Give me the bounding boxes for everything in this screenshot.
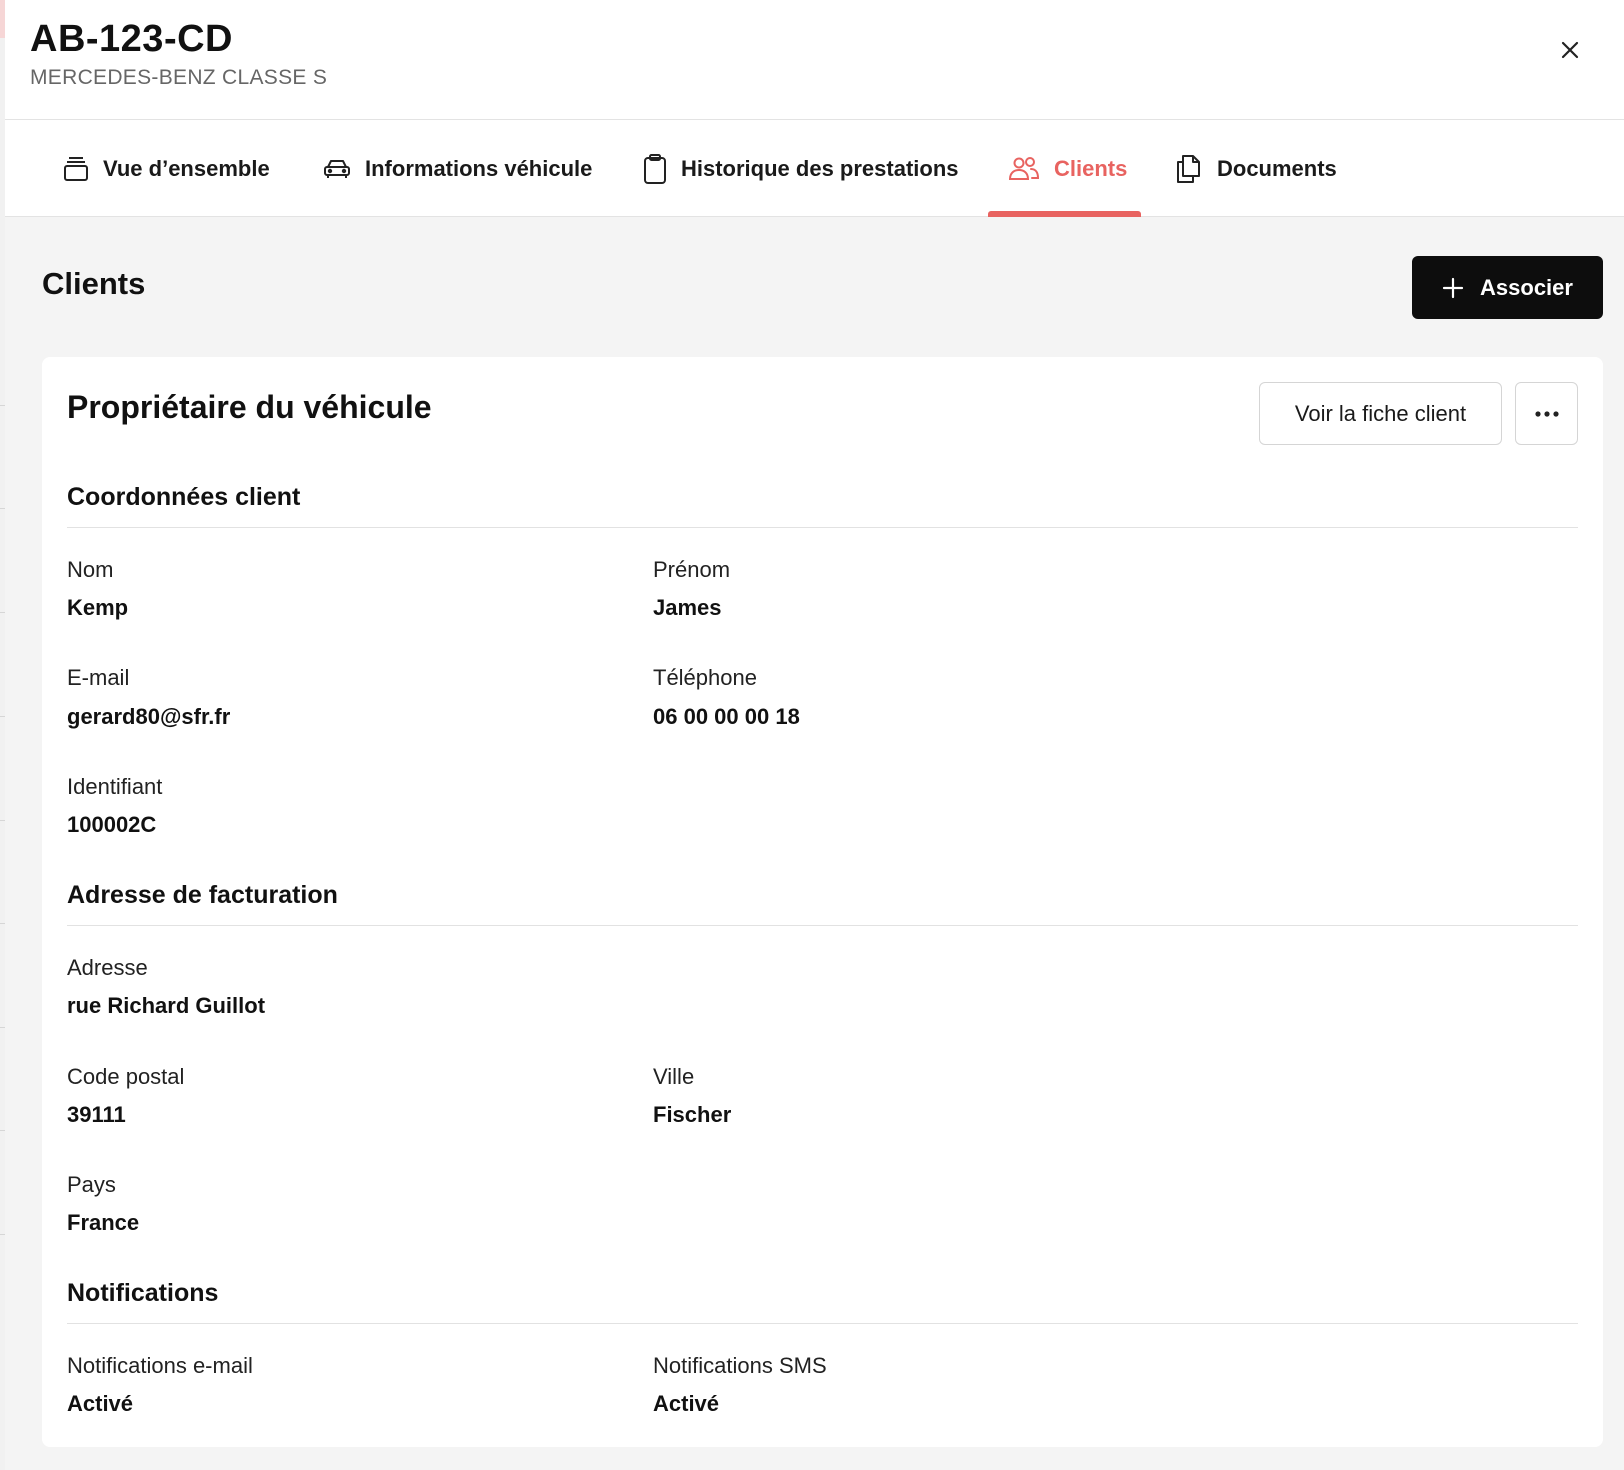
city-label: Ville [653,1064,695,1089]
plus-icon [1442,277,1464,298]
associate-button-label: Associer [1480,274,1573,300]
tab-vehicle-info-label: Informations véhicule [365,155,593,181]
close-icon [1561,41,1579,59]
city-value: Fischer [653,1102,732,1127]
car-icon [324,159,350,178]
last-name-label: Nom [67,557,114,582]
vehicle-model: MERCEDES-BENZ CLASSE S [30,66,328,89]
email-notifications-label: Notifications e-mail [67,1353,253,1378]
active-tab-indicator [988,211,1141,217]
tab-vehicle-info[interactable]: Informations véhicule [323,120,592,217]
more-options-button[interactable] [1515,382,1578,445]
close-button[interactable] [1556,36,1584,64]
phone-value: 06 00 00 00 18 [653,704,800,729]
tab-bar: Vue d’ensemble Informations véhicule His… [5,120,1624,217]
postal-code-value: 39111 [67,1102,126,1127]
country-value: France [67,1210,140,1235]
tab-clients[interactable]: Clients [1008,120,1127,217]
first-name-value: James [653,595,722,620]
clipboard-icon [644,153,666,184]
box-icon [64,156,88,181]
contact-section-title: Coordonnées client [67,483,301,511]
address-label: Adresse [67,955,148,980]
more-horizontal-icon [1534,410,1559,417]
first-name-label: Prénom [653,557,731,582]
tab-documents-label: Documents [1217,155,1337,181]
email-notifications-value: Activé [67,1391,134,1416]
sms-notifications-value: Activé [653,1391,720,1416]
tab-overview[interactable]: Vue d’ensemble [63,120,270,217]
vehicle-detail-panel: AB-123-CD MERCEDES-BENZ CLASSE S Vue d’e… [5,0,1624,1470]
sms-notifications-label: Notifications SMS [653,1353,827,1378]
email-label: E-mail [67,665,130,690]
section-divider [67,925,1578,926]
owner-card: Propriétaire du véhicule Voir la fiche c… [42,357,1603,1447]
postal-code-label: Code postal [67,1064,185,1089]
tab-overview-label: Vue d’ensemble [103,155,270,181]
last-name-value: Kemp [67,595,129,620]
email-value: gerard80@sfr.fr [67,704,231,729]
address-value: rue Richard Guillot [67,993,266,1018]
tab-service-history-label: Historique des prestations [681,155,959,181]
identifier-value: 100002C [67,812,157,837]
documents-icon [1177,154,1200,183]
view-client-button-label: Voir la fiche client [1294,400,1467,426]
license-plate: AB-123-CD [30,18,233,60]
tab-documents[interactable]: Documents [1175,120,1337,217]
section-divider [67,527,1578,528]
billing-section-title: Adresse de facturation [67,881,338,909]
view-client-button[interactable]: Voir la fiche client [1259,382,1502,445]
associate-button[interactable]: Associer [1412,256,1603,319]
owner-card-title: Propriétaire du véhicule [67,389,432,425]
country-label: Pays [67,1172,116,1197]
section-divider [67,1323,1578,1324]
users-icon [1008,156,1040,180]
tab-clients-label: Clients [1054,155,1128,181]
page-title: Clients [42,266,146,301]
notifications-section-title: Notifications [67,1279,219,1307]
tab-service-history[interactable]: Historique des prestations [643,120,959,217]
panel-header: AB-123-CD MERCEDES-BENZ CLASSE S [5,0,1624,120]
phone-label: Téléphone [653,665,757,690]
identifier-label: Identifiant [67,774,163,799]
